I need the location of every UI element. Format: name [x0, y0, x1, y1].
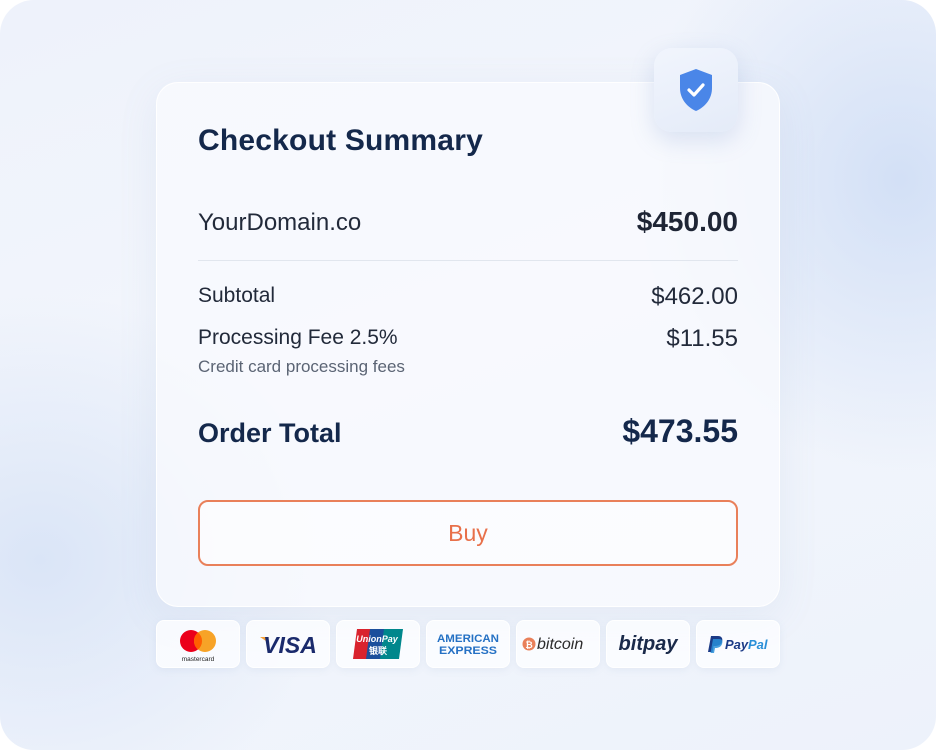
processing-fee-note: Credit card processing fees [198, 357, 405, 376]
paypal-logo-icon: Pay Pal [708, 636, 768, 653]
processing-fee-value: $11.55 [666, 325, 738, 352]
processing-fee-row: Processing Fee 2.5% $11.55 Credit card p… [198, 325, 738, 382]
payment-method-bitpay: bitpay [606, 620, 690, 668]
svg-text:bitpay: bitpay [619, 633, 679, 655]
order-total-row: Order Total $473.55 [198, 413, 738, 454]
svg-text:EXPRESS: EXPRESS [439, 645, 497, 657]
svg-text:₿: ₿ [525, 640, 532, 650]
american-express-logo-icon: AMERICAN EXPRESS [437, 633, 499, 657]
bitpay-logo-icon: bitpay [619, 633, 679, 655]
payment-method-unionpay: UnionPay 银联 [336, 620, 420, 668]
order-total-label: Order Total [198, 418, 342, 448]
payment-method-bitcoin: ₿ bitcoin [516, 620, 600, 668]
svg-text:Pay: Pay [725, 637, 749, 652]
line-item: YourDomain.co $450.00 [198, 205, 738, 245]
svg-text:Pal: Pal [748, 637, 768, 652]
subtotal-row: Subtotal $462.00 [198, 283, 738, 314]
subtotal-label: Subtotal [198, 284, 276, 307]
processing-fee-label: Processing Fee 2.5% [198, 326, 398, 349]
subtotal-value: $462.00 [651, 283, 738, 310]
order-total-value: $473.55 [622, 413, 738, 449]
security-badge [654, 48, 738, 132]
mastercard-logo-icon: mastercard [180, 630, 216, 663]
svg-text:mastercard: mastercard [182, 656, 215, 663]
divider [198, 260, 738, 261]
svg-text:AMERICAN: AMERICAN [437, 633, 499, 645]
item-price: $450.00 [636, 206, 738, 237]
shield-check-icon [680, 69, 712, 111]
svg-text:bitcoin: bitcoin [537, 636, 583, 653]
svg-text:UnionPay: UnionPay [356, 634, 399, 644]
bitcoin-logo-icon: ₿ bitcoin [522, 636, 583, 653]
payment-method-visa: VISA [246, 620, 330, 668]
svg-text:银联: 银联 [369, 645, 388, 657]
payment-method-mastercard: mastercard [156, 620, 240, 668]
payment-method-amex: AMERICAN EXPRESS [426, 620, 510, 668]
payment-method-paypal: Pay Pal [696, 620, 780, 668]
svg-text:VISA: VISA [263, 632, 317, 658]
item-name: YourDomain.co [198, 209, 362, 236]
visa-logo-icon: VISA [260, 632, 317, 658]
page-title: Checkout Summary [198, 124, 483, 157]
buy-button[interactable]: Buy [198, 500, 738, 566]
unionpay-logo-icon: UnionPay 银联 [353, 629, 403, 659]
